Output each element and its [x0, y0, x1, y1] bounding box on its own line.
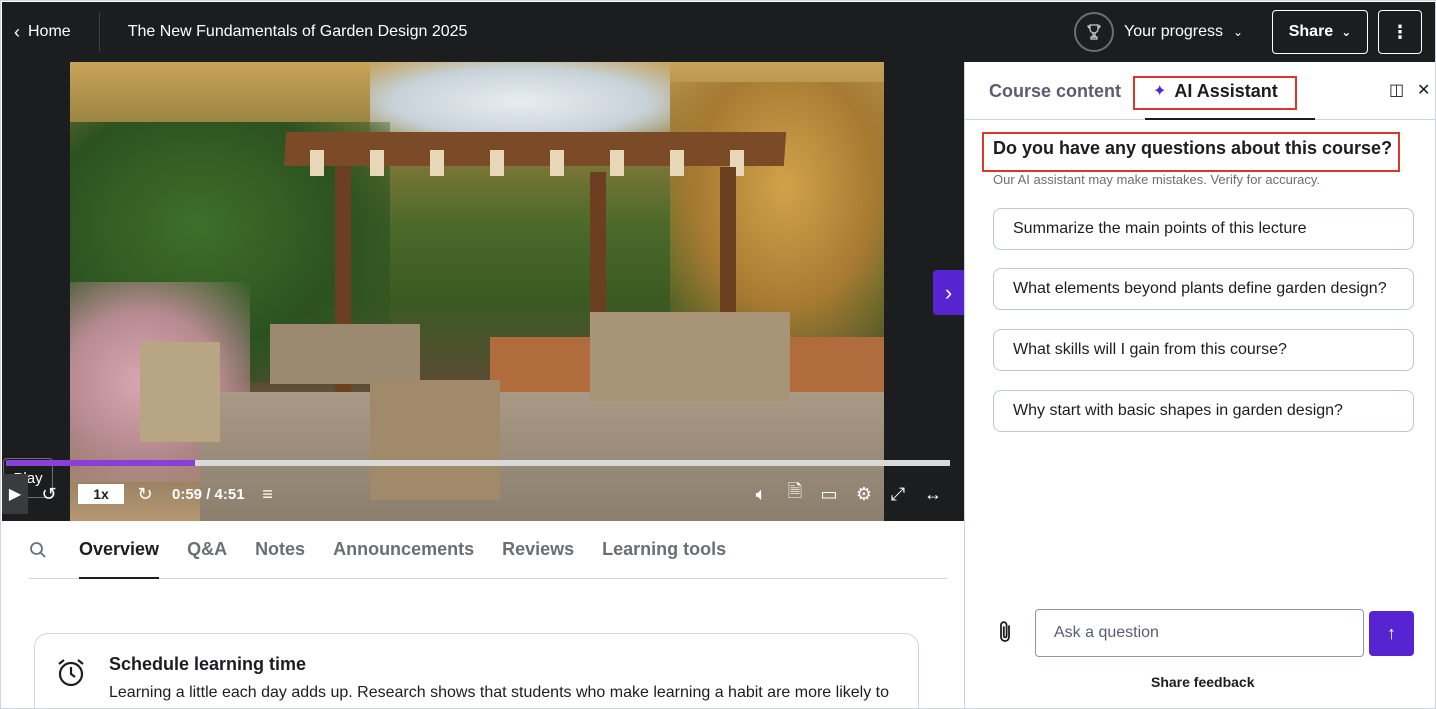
expand-arrows-icon: ↔ [924, 483, 942, 504]
suggestion-chip[interactable]: What elements beyond plants define garde… [993, 268, 1414, 310]
rewind-icon: ↺ [41, 483, 57, 504]
panel-tabs: Course content ✦ AI Assistant ◫ ✕ [965, 62, 1435, 120]
chevron-down-icon: ⌄ [1341, 25, 1352, 39]
video-time: 0:59 / 4:51 [172, 485, 245, 503]
send-button[interactable]: ↑ [1369, 611, 1414, 656]
schedule-body: Learning a little each day adds up. Rese… [109, 684, 889, 701]
play-icon: ▶ [8, 486, 22, 503]
video-progress-bar[interactable] [6, 460, 950, 466]
captions-button[interactable]: ▭ [816, 484, 842, 505]
vertical-dots-icon: ⋮ [1391, 21, 1409, 42]
share-button[interactable]: Share ⌄ [1272, 10, 1368, 54]
video-controls: ▶ ↺ 1x ↻ 0:59 / 4:51 ≡ 🔈︎ 🗎︎ ▭ ⚙ ⤢ ↔ [2, 474, 964, 514]
arrow-up-icon: ↑ [1387, 623, 1396, 643]
top-header: ‹ Home The New Fundamentals of Garden De… [2, 2, 1435, 62]
search-tab[interactable] [29, 541, 51, 559]
tab-announcements[interactable]: Announcements [333, 521, 474, 579]
ai-disclaimer: Our AI assistant may make mistakes. Veri… [993, 172, 1321, 187]
expand-width-button[interactable]: ↔ [920, 484, 946, 505]
tab-notes[interactable]: Notes [255, 521, 305, 579]
close-icon[interactable]: ✕ [1417, 80, 1430, 100]
volume-button[interactable]: 🔈︎ [750, 484, 772, 505]
ai-tab-highlight [1133, 76, 1297, 110]
share-label: Share [1288, 23, 1334, 40]
course-title: The New Fundamentals of Garden Design 20… [127, 23, 468, 40]
fullscreen-icon: ⤢ [890, 483, 906, 504]
schedule-learning-card: Schedule learning time Learning a little… [34, 633, 919, 708]
collapse-panel-icon[interactable]: ◫ [1389, 80, 1404, 100]
suggestion-chip[interactable]: Summarize the main points of this lectur… [993, 208, 1414, 250]
tab-qa[interactable]: Q&A [187, 521, 227, 579]
transcript-icon: 🗎︎ [787, 481, 803, 501]
play-button[interactable]: ▶ [2, 474, 28, 514]
transcript-button[interactable]: 🗎︎ [784, 479, 806, 509]
playback-rate-button[interactable]: 1x [78, 484, 124, 504]
tab-course-content[interactable]: Course content [989, 62, 1121, 120]
chevron-down-icon: ⌄ [1233, 25, 1244, 39]
rewind-button[interactable]: ↺ [38, 484, 60, 505]
gear-icon: ⚙ [855, 483, 873, 504]
video-player[interactable]: Play › ▶ ↺ 1x ↻ 0:59 / 4:51 ≡ 🔈︎ 🗎︎ ▭ ⚙ … [2, 62, 964, 521]
suggestion-chip[interactable]: Why start with basic shapes in garden de… [993, 390, 1414, 432]
trophy-icon [1074, 12, 1114, 52]
fullscreen-button[interactable]: ⤢ [886, 484, 910, 505]
note-edit-icon: ≡ [262, 483, 273, 504]
add-note-button[interactable]: ≡ [257, 484, 279, 505]
your-progress-label: Your progress [1124, 23, 1224, 40]
home-back-link[interactable]: ‹ Home [14, 12, 100, 52]
ai-question-heading: Do you have any questions about this cou… [993, 138, 1393, 158]
video-progress-fill [6, 460, 195, 466]
settings-button[interactable]: ⚙ [852, 484, 876, 505]
volume-icon: 🔈︎ [755, 483, 767, 504]
home-label: Home [28, 23, 71, 40]
more-options-button[interactable]: ⋮ [1378, 10, 1422, 54]
chevron-right-icon: › [944, 279, 953, 305]
ask-question-input[interactable] [1035, 609, 1364, 657]
lecture-tabs: Overview Q&A Notes Announcements Reviews… [29, 521, 947, 579]
forward-icon: ↻ [137, 483, 153, 504]
tab-learning-tools[interactable]: Learning tools [602, 521, 726, 579]
app-frame: ‹ Home The New Fundamentals of Garden De… [0, 0, 1436, 709]
tab-overview[interactable]: Overview [79, 521, 160, 579]
paperclip-icon [1000, 621, 1010, 642]
schedule-title: Schedule learning time [109, 654, 307, 674]
garden-pergola-video-frame [70, 62, 884, 521]
next-lecture-button[interactable]: › [933, 270, 964, 315]
captions-icon: ▭ [820, 483, 838, 504]
alarm-clock-icon [55, 656, 87, 695]
chevron-left-icon: ‹ [14, 21, 20, 42]
suggestion-chip[interactable]: What skills will I gain from this course… [993, 329, 1414, 371]
tab-ai-assistant[interactable]: ✦ AI Assistant [1133, 62, 1315, 120]
search-icon [30, 541, 46, 558]
tab-reviews[interactable]: Reviews [502, 521, 574, 579]
share-feedback-link[interactable]: Share feedback [1151, 674, 1255, 690]
forward-button[interactable]: ↻ [134, 484, 156, 505]
your-progress-button[interactable]: Your progress ⌄ [1074, 12, 1243, 52]
attach-button[interactable] [997, 620, 1015, 650]
side-panel: Course content ✦ AI Assistant ◫ ✕ Do you… [964, 62, 1435, 708]
